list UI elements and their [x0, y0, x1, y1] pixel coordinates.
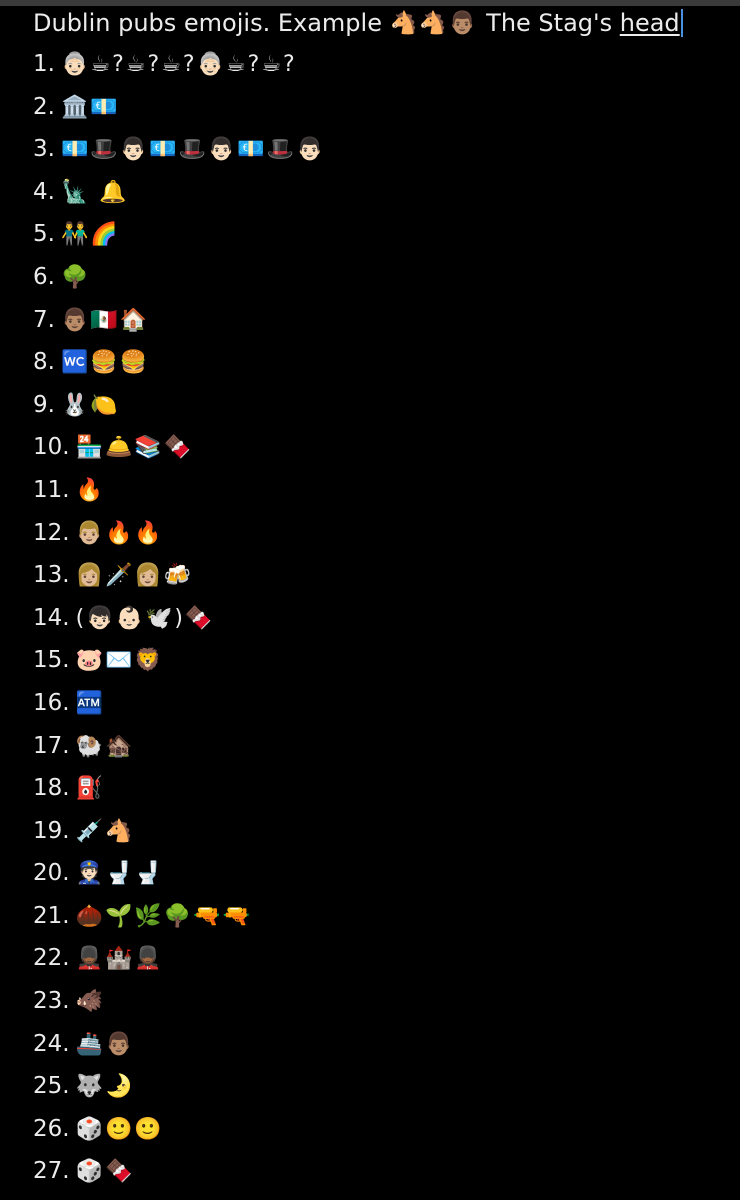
- clue-number: 8.: [33, 349, 55, 376]
- clue-row[interactable]: 6. 🌳: [33, 256, 733, 299]
- clue-emojis: 🔥: [75, 477, 105, 503]
- clue-emojis: 🐗: [75, 989, 105, 1015]
- clue-emojis: 🎲🍫: [75, 1159, 135, 1185]
- clue-number: 10.: [33, 434, 70, 461]
- text-cursor: [680, 9, 683, 37]
- clue-number: 27.: [33, 1158, 70, 1185]
- clue-number: 6.: [33, 263, 55, 290]
- clue-emojis: 👨🏼🔥🔥: [75, 520, 164, 546]
- clue-number: 21.: [33, 902, 70, 929]
- clue-emojis: 💶🎩👨🏻💶🎩👨🏻💶🎩👨🏻: [60, 137, 326, 163]
- spellcheck-underlined-word[interactable]: head: [620, 9, 680, 37]
- clue-emojis: 👮🏻🚽🚽: [75, 861, 164, 887]
- clue-emojis: 🏧: [75, 690, 105, 716]
- clue-number: 16.: [33, 689, 70, 716]
- clue-row[interactable]: 7. 👨🏽🇲🇽🏠: [33, 299, 733, 342]
- clue-emojis: 🗽 🔔: [60, 179, 129, 205]
- clue-row[interactable]: 1. 👵🏻☕?☕?☕?👵🏻☕?☕?: [33, 43, 733, 86]
- clue-row[interactable]: 27. 🎲🍫: [33, 1150, 733, 1193]
- clue-row[interactable]: 18. ⛽: [33, 767, 733, 810]
- clue-emojis: 🐏🏚️: [75, 733, 135, 759]
- clue-number: 19.: [33, 817, 70, 844]
- clue-emojis: 🏪🛎️📚🍫: [75, 435, 194, 461]
- clue-row[interactable]: 16. 🏧: [33, 682, 733, 725]
- clue-list: 1. 👵🏻☕?☕?☕?👵🏻☕?☕? 2. 🏛️💶 3. 💶🎩👨🏻💶🎩👨🏻💶🎩👨🏻 4. 🗽 🔔…: [33, 43, 733, 1193]
- example-emojis: 🐴🐴👨🏽: [389, 11, 479, 36]
- clue-row[interactable]: 24. 🚢👨🏽: [33, 1023, 733, 1066]
- clue-row[interactable]: 9. 🐰🍋: [33, 384, 733, 427]
- clue-emojis: 🐷✉️🦁: [75, 648, 164, 674]
- note-title-text: Dublin pubs emojis. Example: [33, 9, 382, 37]
- example-answer-text: The Stag's: [486, 9, 620, 37]
- clue-row[interactable]: 10. 🏪🛎️📚🍫: [33, 426, 733, 469]
- clue-row[interactable]: 15. 🐷✉️🦁: [33, 639, 733, 682]
- clue-number: 18.: [33, 775, 70, 802]
- clue-row[interactable]: 4. 🗽 🔔: [33, 171, 733, 214]
- clue-emojis: 👵🏻☕?☕?☕?👵🏻☕?☕?: [60, 52, 297, 77]
- clue-number: 13.: [33, 562, 70, 589]
- clue-emojis: 🌰🌱🌿🌳🔫🔫: [75, 903, 252, 929]
- clue-emojis: 🚢👨🏽: [75, 1031, 135, 1057]
- clue-emojis: 🐰🍋: [60, 392, 120, 418]
- note-editor[interactable]: Dublin pubs emojis. Example 🐴🐴👨🏽 The Stag'…: [0, 0, 740, 1200]
- clue-number: 11.: [33, 476, 70, 503]
- clue-number: 14.: [33, 604, 70, 631]
- clue-row[interactable]: 11. 🔥: [33, 469, 733, 512]
- clue-emojis: 💉🐴: [75, 818, 135, 844]
- clue-emojis: 🎲🙂🙂: [75, 1116, 164, 1142]
- clue-emojis: ⛽: [75, 776, 105, 802]
- clue-row[interactable]: 19. 💉🐴: [33, 810, 733, 853]
- clue-emojis: 👬🌈: [60, 222, 120, 248]
- note-title-line[interactable]: Dublin pubs emojis. Example 🐴🐴👨🏽 The Stag'…: [33, 4, 683, 40]
- clue-row[interactable]: 5. 👬🌈: [33, 213, 733, 256]
- clue-row[interactable]: 21. 🌰🌱🌿🌳🔫🔫: [33, 895, 733, 938]
- clue-number: 2.: [33, 93, 55, 120]
- clue-row[interactable]: 17. 🐏🏚️: [33, 725, 733, 768]
- clue-number: 17.: [33, 732, 70, 759]
- example-answer: The Stag's head: [486, 9, 680, 37]
- clue-emojis: 🏛️💶: [60, 94, 120, 120]
- clue-row[interactable]: 3. 💶🎩👨🏻💶🎩👨🏻💶🎩👨🏻: [33, 128, 733, 171]
- clue-number: 1.: [33, 51, 55, 77]
- clue-emojis: 🐺🌛: [75, 1074, 135, 1100]
- clue-number: 9.: [33, 391, 55, 418]
- clue-row[interactable]: 23. 🐗: [33, 980, 733, 1023]
- clue-number: 4.: [33, 178, 55, 205]
- clue-emojis: 🚾🍔🍔: [60, 350, 150, 376]
- clue-number: 15.: [33, 647, 70, 674]
- clue-emojis: (👦🏻👶🏻🕊️)🍫: [75, 605, 215, 631]
- clue-row[interactable]: 14. (👦🏻👶🏻🕊️)🍫: [33, 597, 733, 640]
- clue-emojis: 👨🏽🇲🇽🏠: [60, 307, 150, 333]
- clue-number: 5.: [33, 221, 55, 248]
- clue-row[interactable]: 8. 🚾🍔🍔: [33, 341, 733, 384]
- clue-number: 26.: [33, 1115, 70, 1142]
- clue-row[interactable]: 2. 🏛️💶: [33, 86, 733, 129]
- clue-number: 20.: [33, 860, 70, 887]
- clue-row[interactable]: 20. 👮🏻🚽🚽: [33, 852, 733, 895]
- clue-number: 23.: [33, 988, 70, 1015]
- clue-emojis: 👩🏼🗡️👩🏼🍻: [75, 563, 194, 589]
- clue-emojis: 🌳: [60, 264, 91, 290]
- clue-number: 12.: [33, 519, 70, 546]
- clue-row[interactable]: 12. 👨🏼🔥🔥: [33, 512, 733, 555]
- clue-number: 22.: [33, 945, 70, 972]
- clue-row[interactable]: 22. 💂🏾🏰💂🏾: [33, 937, 733, 980]
- clue-row[interactable]: 25. 🐺🌛: [33, 1065, 733, 1108]
- clue-number: 24.: [33, 1030, 70, 1057]
- clue-emojis: 💂🏾🏰💂🏾: [75, 946, 164, 972]
- clue-row[interactable]: 13. 👩🏼🗡️👩🏼🍻: [33, 554, 733, 597]
- clue-number: 7.: [33, 306, 55, 333]
- clue-row[interactable]: 26. 🎲🙂🙂: [33, 1108, 733, 1151]
- clue-number: 3.: [33, 136, 55, 163]
- clue-number: 25.: [33, 1073, 70, 1100]
